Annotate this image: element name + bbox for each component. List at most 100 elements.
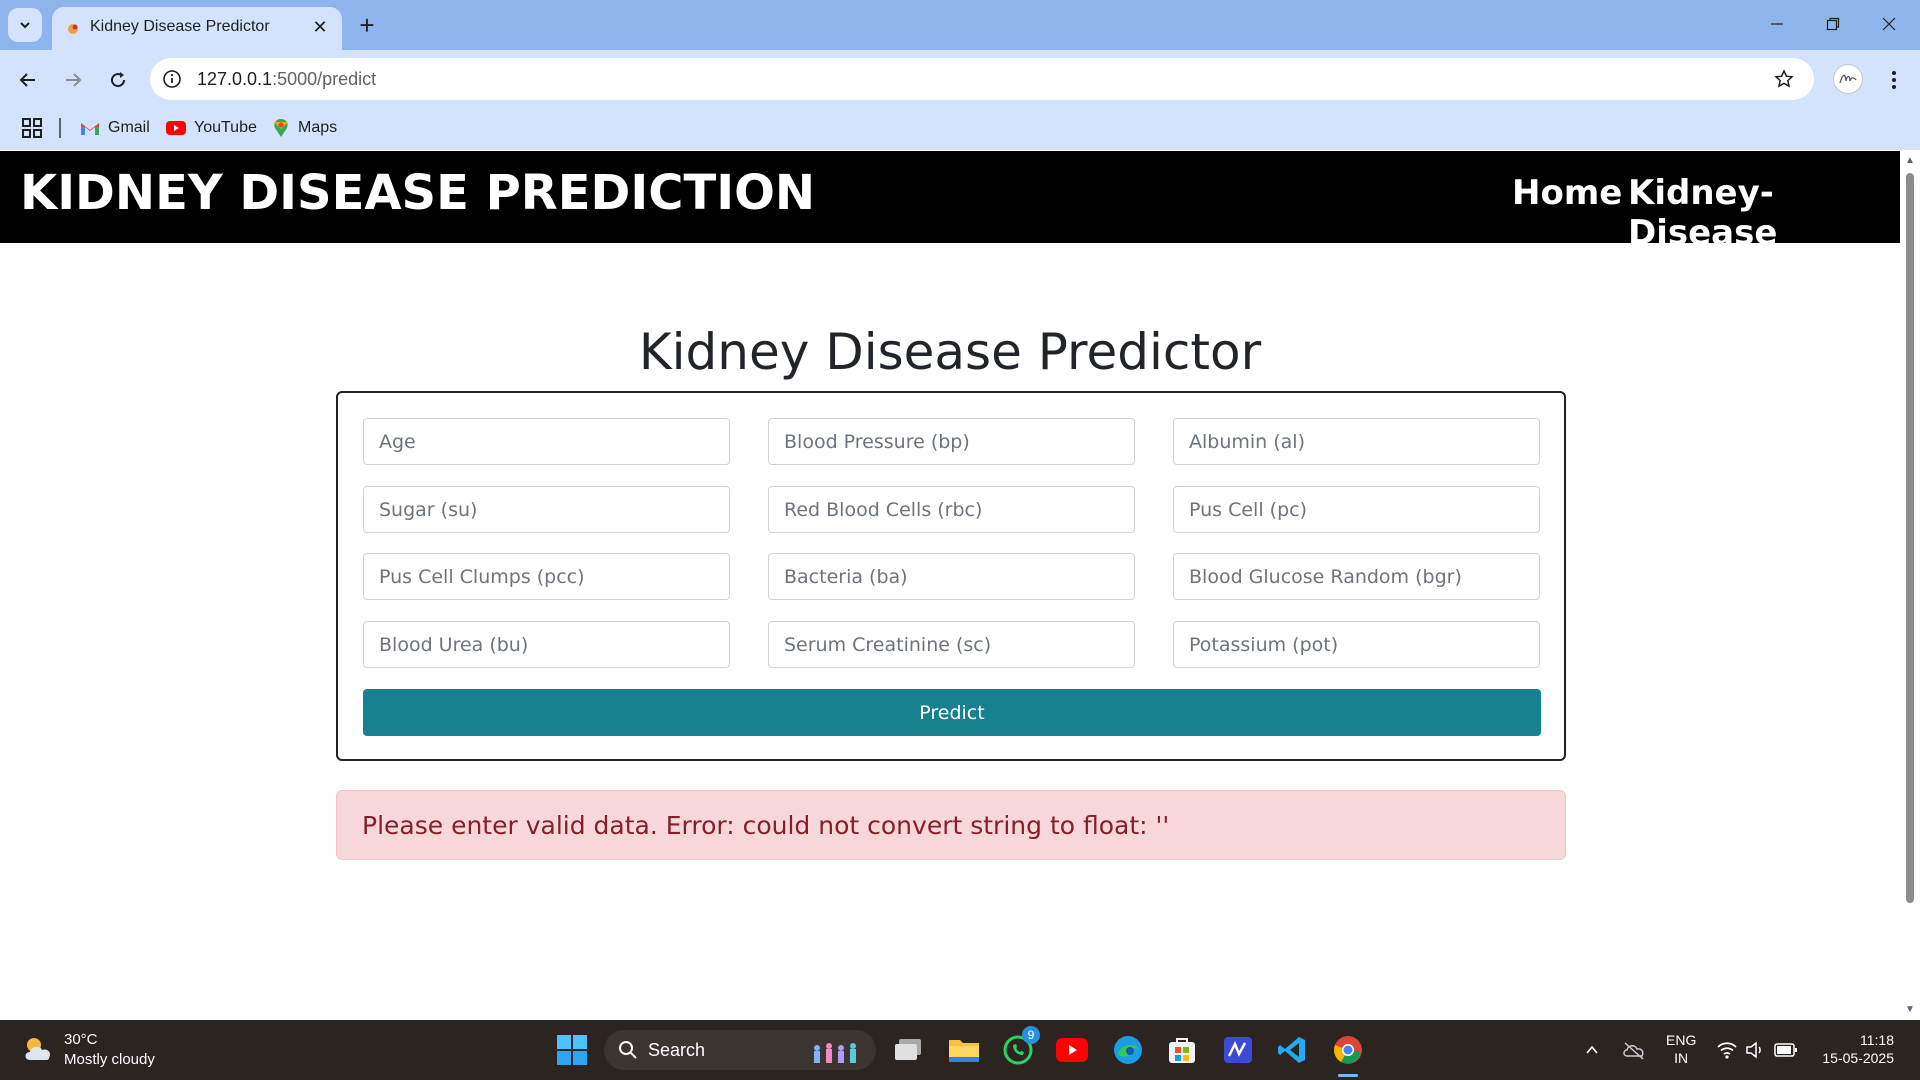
nav-link-home[interactable]: Home: [1512, 173, 1622, 213]
volume-icon[interactable]: [1745, 1040, 1765, 1060]
minimize-icon: [1771, 23, 1783, 25]
forward-button[interactable]: [55, 62, 91, 98]
page-title: Kidney Disease Predictor: [638, 323, 1262, 381]
pus-cell-input[interactable]: [1173, 486, 1540, 533]
bookmark-star-icon[interactable]: [1772, 67, 1796, 91]
close-window-button[interactable]: [1866, 6, 1912, 42]
vscode-icon: [1278, 1037, 1305, 1063]
new-tab-button[interactable]: +: [352, 10, 382, 40]
bookmarks-bar: Gmail YouTube Maps: [0, 110, 1920, 140]
url-host: 127.0.0.1: [197, 69, 273, 89]
bookmark-maps[interactable]: Maps: [272, 116, 337, 140]
folder-icon: [949, 1040, 979, 1062]
age-input[interactable]: [363, 418, 730, 465]
onedrive-icon[interactable]: [1622, 1040, 1646, 1060]
tab-strip: Kidney Disease Predictor ✕ +: [0, 0, 1920, 50]
page-viewport: KIDNEY DISEASE PREDICTION Home Kidney-Di…: [0, 151, 1900, 1020]
search-highlight-icon: [814, 1043, 856, 1063]
browser-chrome: Kidney Disease Predictor ✕ + 127.0.0.1:5…: [0, 0, 1920, 150]
profile-avatar[interactable]: [1833, 64, 1863, 94]
close-icon: [1882, 17, 1896, 31]
scroll-thumb[interactable]: [1906, 173, 1914, 903]
taskbar-search[interactable]: Search: [604, 1030, 876, 1070]
search-icon: [619, 1041, 637, 1059]
tab-title: Kidney Disease Predictor: [90, 18, 270, 35]
weather-temperature: 30°C: [64, 1031, 98, 1048]
search-label: Search: [648, 1040, 706, 1060]
browser-menu-button[interactable]: [1876, 62, 1912, 98]
reload-button[interactable]: [100, 62, 136, 98]
predict-button[interactable]: Predict: [363, 689, 1541, 736]
back-button[interactable]: [10, 62, 46, 98]
language-indicator[interactable]: ENG IN: [1666, 1031, 1696, 1067]
nav-link-kidney-disease[interactable]: Kidney-Disease: [1628, 173, 1900, 253]
favicon-icon: [68, 24, 78, 34]
task-view-icon: [895, 1039, 921, 1060]
arrow-right-icon: [66, 73, 82, 87]
taskbar-file-explorer[interactable]: [946, 1032, 982, 1068]
bookmark-label: YouTube: [194, 119, 257, 136]
taskbar-whatsapp[interactable]: 9: [1000, 1026, 1040, 1068]
windows-start-icon[interactable]: [556, 1034, 588, 1066]
taskbar-vscode[interactable]: [1274, 1032, 1310, 1068]
whatsapp-badge: 9: [1022, 1026, 1040, 1044]
blood-pressure-input[interactable]: [768, 418, 1135, 465]
chevron-down-icon: [20, 22, 30, 29]
whiteboard-icon: [1224, 1037, 1252, 1063]
serum-creatinine-input[interactable]: [768, 621, 1135, 668]
gmail-icon: [81, 123, 99, 135]
chrome-icon: [1334, 1036, 1362, 1064]
edge-icon: [1114, 1036, 1142, 1064]
weather-description: Mostly cloudy: [64, 1051, 155, 1068]
scroll-up-icon[interactable]: ▲: [1904, 155, 1916, 167]
page-scrollbar[interactable]: ▲ ▼: [1900, 151, 1920, 1020]
bookmark-gmail[interactable]: Gmail: [80, 116, 150, 140]
taskbar-whiteboard[interactable]: [1220, 1032, 1256, 1068]
restore-button[interactable]: [1810, 6, 1856, 42]
potassium-input[interactable]: [1173, 621, 1540, 668]
lang-code: ENG: [1666, 1032, 1697, 1048]
url-text[interactable]: 127.0.0.1:5000/predict: [197, 69, 376, 90]
taskbar-edge[interactable]: [1110, 1032, 1146, 1068]
lang-region: IN: [1674, 1050, 1689, 1066]
albumin-input[interactable]: [1173, 418, 1540, 465]
arrow-left-icon: [19, 73, 35, 87]
minimize-button[interactable]: [1754, 6, 1800, 42]
windows-taskbar: 30°C Mostly cloudy Search 9 ENG IN 11:18 1…: [0, 1020, 1920, 1080]
blood-glucose-random-input[interactable]: [1173, 553, 1540, 600]
apps-grid-icon[interactable]: [20, 116, 44, 140]
bookmark-youtube[interactable]: YouTube: [166, 116, 257, 140]
red-blood-cells-input[interactable]: [768, 486, 1135, 533]
address-bar[interactable]: 127.0.0.1:5000/predict: [150, 58, 1814, 100]
blood-urea-input[interactable]: [363, 621, 730, 668]
bacteria-input[interactable]: [768, 553, 1135, 600]
scroll-down-icon[interactable]: ▼: [1904, 1004, 1916, 1016]
prediction-form: Predict: [336, 391, 1566, 761]
restore-icon: [1826, 17, 1840, 31]
cloudy-weather-icon[interactable]: [22, 1034, 56, 1064]
taskbar-youtube[interactable]: [1054, 1032, 1090, 1068]
bookmark-label: Gmail: [108, 119, 150, 136]
show-hidden-icons-icon[interactable]: [1584, 1042, 1600, 1058]
store-icon: [1169, 1038, 1195, 1063]
youtube-icon: [1056, 1038, 1088, 1062]
wifi-icon[interactable]: [1716, 1040, 1738, 1060]
clock-date: 15-05-2025: [1822, 1050, 1894, 1066]
site-info-icon[interactable]: [160, 67, 184, 91]
more-vert-icon: [1892, 71, 1896, 89]
tab-active[interactable]: Kidney Disease Predictor ✕: [52, 7, 342, 50]
site-brand[interactable]: KIDNEY DISEASE PREDICTION: [20, 165, 815, 221]
system-clock[interactable]: 11:18 15-05-2025: [1812, 1031, 1894, 1067]
taskbar-task-view[interactable]: [890, 1032, 926, 1068]
tab-close-icon[interactable]: ✕: [308, 15, 332, 39]
active-app-indicator: [1338, 1074, 1358, 1077]
pus-cell-clumps-input[interactable]: [363, 553, 730, 600]
taskbar-chrome[interactable]: [1330, 1032, 1366, 1077]
taskbar-store[interactable]: [1164, 1032, 1200, 1068]
tab-search-button[interactable]: [8, 8, 42, 42]
youtube-icon: [166, 121, 186, 135]
url-path: :5000/predict: [272, 69, 377, 89]
battery-icon[interactable]: [1774, 1042, 1798, 1058]
sugar-input[interactable]: [363, 486, 730, 533]
error-alert: Please enter valid data. Error: could no…: [336, 790, 1566, 860]
